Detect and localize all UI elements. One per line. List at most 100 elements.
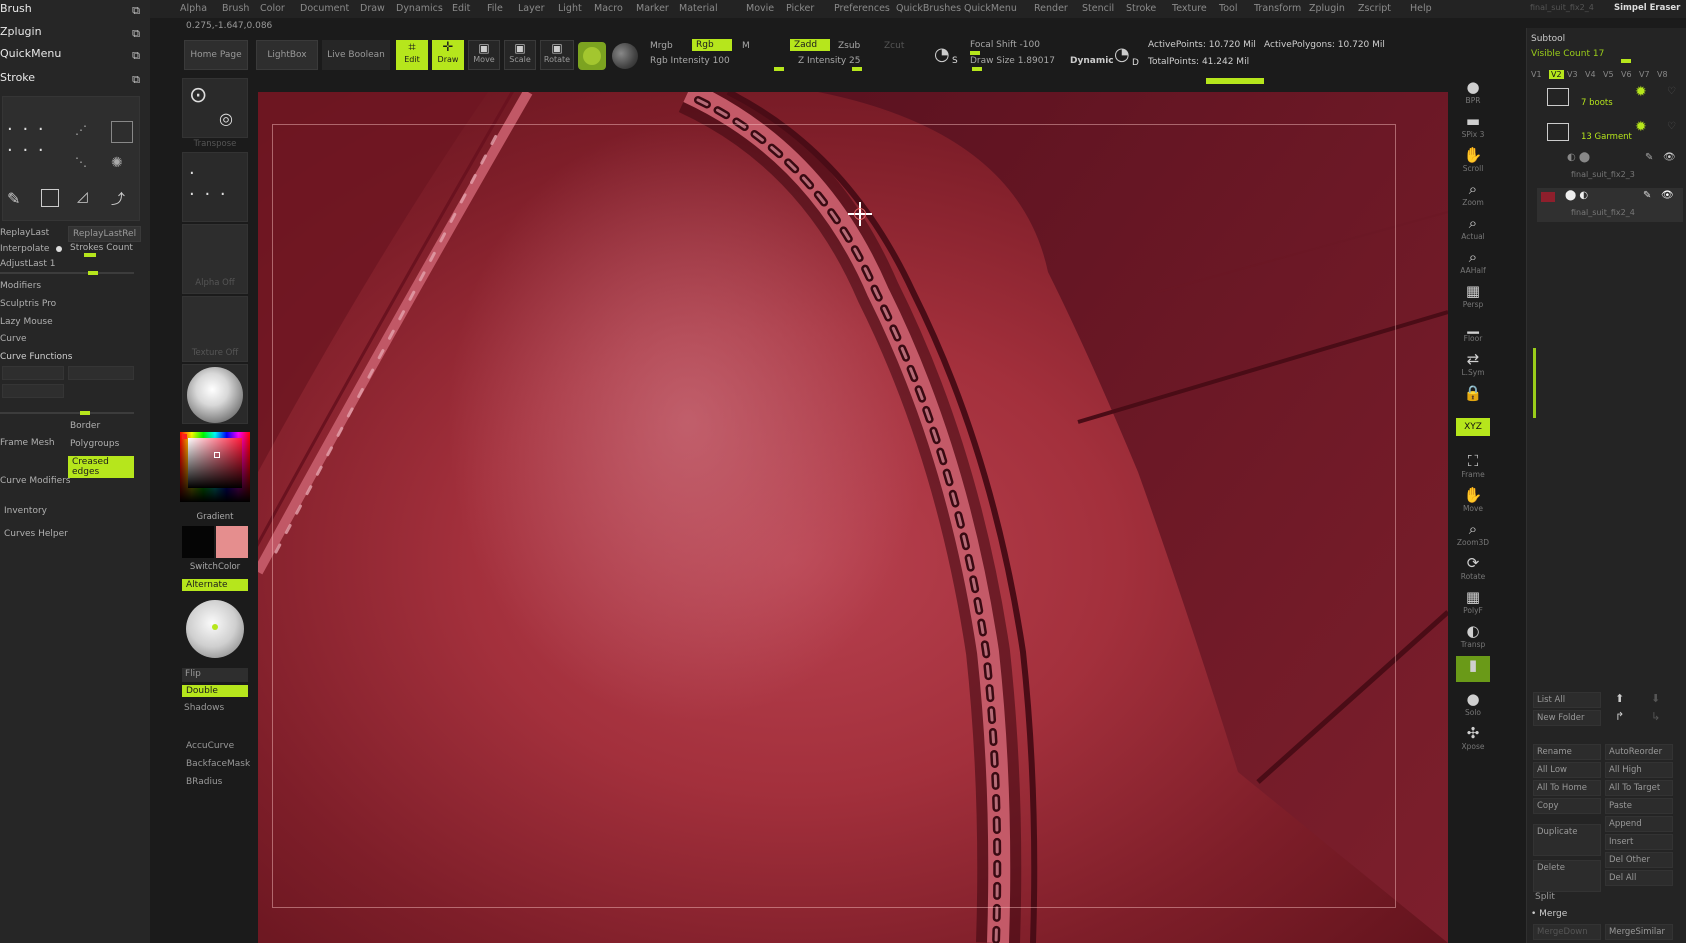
menu-item-draw[interactable]: Draw [360, 3, 385, 14]
menu-item-stroke[interactable]: Stroke [1126, 3, 1156, 14]
menu-item-edit[interactable]: Edit [452, 3, 470, 14]
split-section[interactable]: Split [1535, 892, 1555, 902]
move-down-icon[interactable]: ↳ [1651, 710, 1660, 723]
menu-item-picker[interactable]: Picker [786, 3, 814, 14]
palette-header-quickmenu[interactable]: QuickMenu ⧉ [0, 47, 148, 65]
version-button[interactable]: V3 [1567, 70, 1578, 79]
menu-item-alpha[interactable]: Alpha [180, 3, 207, 14]
popout-icon[interactable]: ⧉ [132, 73, 140, 87]
eye-icon[interactable]: ♡ [1667, 86, 1676, 97]
dragrect-icon[interactable] [111, 121, 133, 143]
subtool-row-selected[interactable]: ⬤ ◐ ✎ 👁 final_suit_fix2_4 [1537, 188, 1683, 222]
modifiers-section[interactable]: Modifiers [0, 281, 41, 291]
gradient-label[interactable]: Gradient [180, 512, 250, 522]
menu-item-stencil[interactable]: Stencil [1082, 3, 1114, 14]
popout-icon[interactable]: ⧉ [132, 27, 140, 41]
autoreorder-button[interactable]: AutoReorder [1605, 744, 1673, 760]
rotate-button[interactable]: ▣ Rotate [540, 40, 574, 70]
transp-button[interactable]: ◐ Transp [1456, 622, 1490, 654]
rotate-button[interactable]: ⟳ Rotate [1456, 554, 1490, 586]
xpose-button[interactable]: ✣ Xpose [1456, 724, 1490, 756]
move-up-icon[interactable]: ↱ [1615, 710, 1624, 723]
curves-helper-section[interactable]: Curves Helper [4, 529, 68, 539]
lsym-button[interactable]: ⇄ L.Sym [1456, 350, 1490, 382]
frame-mesh-button[interactable]: Frame Mesh [0, 438, 55, 448]
accucurve-toggle[interactable]: AccuCurve [186, 741, 234, 751]
scroll-indicator[interactable] [1533, 348, 1536, 418]
menu-item-dynamics[interactable]: Dynamics [396, 3, 443, 14]
inventory-section[interactable]: Inventory [4, 506, 47, 516]
curve-modifiers-section[interactable]: Curve Modifiers [0, 476, 71, 486]
polygroups-toggle[interactable]: Polygroups [70, 439, 119, 449]
z-intensity-slider[interactable]: Z Intensity 25 [798, 56, 861, 66]
stroke-tile[interactable]: · · · · [182, 152, 248, 222]
version-button[interactable]: V8 [1657, 70, 1668, 79]
menu-item-movie[interactable]: Movie [746, 3, 774, 14]
hue-marker[interactable] [182, 434, 187, 439]
insert-button[interactable]: Insert [1605, 834, 1673, 850]
creased-edges-toggle[interactable]: Creased edges [68, 456, 134, 478]
replaylastrel-button[interactable]: ReplayLastRel [68, 226, 142, 242]
menu-item-macro[interactable]: Macro [594, 3, 623, 14]
adjustlast-knob[interactable] [88, 271, 98, 275]
curve-func-button[interactable] [2, 384, 64, 398]
lock-button[interactable]: 🔒 [1456, 384, 1490, 416]
visible-count-knob[interactable] [1621, 59, 1631, 63]
menu-item-help[interactable]: Help [1410, 3, 1432, 14]
main-color-swatch[interactable] [182, 526, 214, 558]
menu-item-layer[interactable]: Layer [518, 3, 545, 14]
double-toggle[interactable]: Double [182, 685, 248, 697]
menu-item-zscript[interactable]: Zscript [1358, 3, 1391, 14]
version-button[interactable]: V4 [1585, 70, 1596, 79]
active-brush-label[interactable]: Simpel Eraser [1614, 3, 1680, 13]
folder-icon[interactable] [1547, 88, 1569, 106]
lightbox-sphere-icon[interactable] [186, 600, 244, 658]
dynamic-lock-icon[interactable]: ◔ [1114, 44, 1130, 65]
menu-item-texture[interactable]: Texture [1172, 3, 1207, 14]
rename-button[interactable]: Rename [1533, 744, 1601, 760]
zadd-toggle[interactable]: Zadd [790, 39, 830, 51]
curve-smoothness-knob[interactable] [80, 411, 90, 415]
curve-func-button[interactable] [68, 366, 134, 380]
dragdot-icon[interactable]: ⋱ [75, 155, 87, 169]
new-folder-button[interactable]: New Folder [1533, 710, 1601, 726]
zoom3d-button[interactable]: ⌕ Zoom3D [1456, 520, 1490, 552]
sculptris-pro-section[interactable]: Sculptris Pro [0, 299, 56, 309]
all-low-button[interactable]: All Low [1533, 762, 1601, 778]
frame-button[interactable]: ⛶ Frame [1456, 452, 1490, 484]
menu-item-zplugin[interactable]: Zplugin [1309, 3, 1345, 14]
folder-garment-label[interactable]: 13 Garment [1581, 132, 1632, 142]
z-intensity-knob[interactable] [852, 67, 862, 71]
floor-button[interactable]: ▁ Floor [1456, 316, 1490, 348]
dynamic-toggle[interactable]: Dynamic [1070, 56, 1114, 66]
interpolate-toggle[interactable] [56, 246, 62, 252]
curve-section[interactable]: Curve [0, 334, 27, 344]
curve-functions-section[interactable]: Curve Functions [0, 352, 72, 362]
subtool-title[interactable]: Subtool [1531, 34, 1565, 44]
lazy-mouse-section[interactable]: Lazy Mouse [0, 317, 53, 327]
version-button[interactable]: V6 [1621, 70, 1632, 79]
strokes-count-slider[interactable]: Strokes Count [70, 243, 133, 253]
mrgb-toggle[interactable]: Mrgb [650, 41, 673, 51]
ghost-button[interactable]: ▮ [1456, 656, 1490, 688]
folder-icon[interactable] [1547, 123, 1569, 141]
material-tile[interactable] [182, 364, 248, 424]
brush-name-area[interactable]: final_suit_fix2_4 Simpel Eraser [1530, 3, 1685, 17]
duplicate-button[interactable]: Duplicate [1533, 824, 1601, 856]
version-button[interactable]: V5 [1603, 70, 1614, 79]
rgb-intensity-slider[interactable]: Rgb Intensity 100 [650, 56, 730, 66]
spray-icon[interactable]: ✺ [111, 155, 123, 171]
del-all-button[interactable]: Del All [1605, 870, 1673, 886]
move-button[interactable]: ▣ Move [468, 40, 500, 70]
mergesimilar-button[interactable]: MergeSimilar [1605, 924, 1673, 940]
zoom-button[interactable]: ⌕ Zoom [1456, 180, 1490, 212]
draw-button[interactable]: ✛ Draw [432, 40, 464, 70]
arrow-down-icon[interactable]: ⬇ [1651, 692, 1660, 705]
eye-icon[interactable]: 👁 [1663, 152, 1676, 163]
xyz-button[interactable]: XYZ [1456, 418, 1490, 450]
menu-item-preferences[interactable]: Preferences [834, 3, 890, 14]
dots-small-icon[interactable]: ⋰ [75, 123, 99, 147]
aahalf-button[interactable]: ⌕ AAHalf [1456, 248, 1490, 280]
scale-button[interactable]: ▣ Scale [504, 40, 536, 70]
edit-button[interactable]: ⌗ Edit [396, 40, 428, 70]
